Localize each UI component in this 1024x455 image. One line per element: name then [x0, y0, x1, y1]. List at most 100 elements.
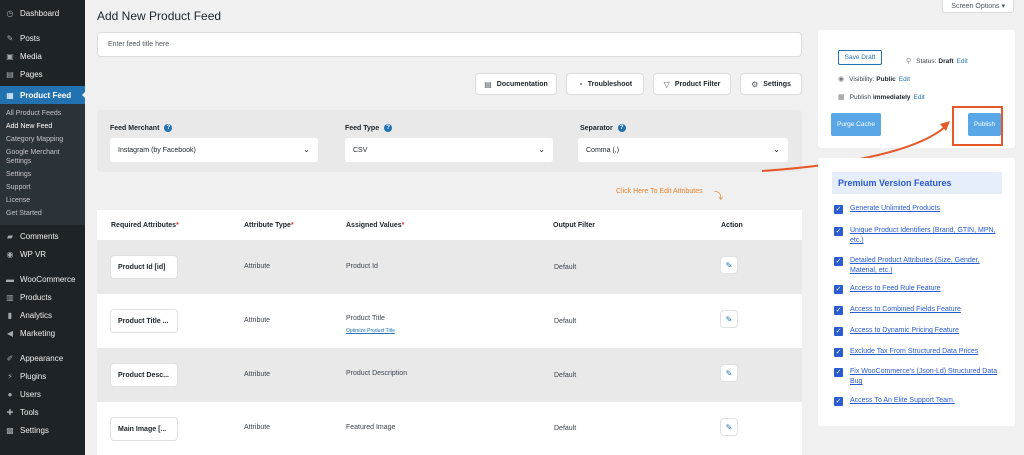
admin-sidebar: ◷ Dashboard ✎ Posts ▣ Media ▤ Pages ▦ Product…	[0, 0, 86, 455]
sidebar-item-plugins[interactable]: ⚡ Plugins	[0, 367, 85, 385]
help-icon[interactable]: ?	[164, 124, 173, 132]
status-edit-link[interactable]: Edit	[957, 58, 968, 65]
premium-feature[interactable]: ✓ Access to Feed Rule Feature	[834, 284, 1004, 294]
output-filter: Default	[554, 264, 577, 271]
edit-attribute-button[interactable]: ✎	[721, 365, 737, 381]
troubleshoot-button[interactable]: ◔ Troubleshoot	[566, 73, 644, 95]
premium-feature[interactable]: ✓ Access to Dynamic Pricing Feature	[834, 326, 1004, 336]
sidebar-item-users[interactable]: ● Users	[0, 385, 85, 403]
sidebar-item-product-feed[interactable]: ▦ Product Feed	[0, 86, 86, 104]
sidebar-item-posts[interactable]: ✎ Posts	[0, 29, 85, 47]
premium-feature[interactable]: ✓ Detailed Product Attributes (Size, Gend…	[834, 256, 1004, 276]
premium-feature[interactable]: ✓ Access to Combined Fields Feature	[834, 305, 1004, 315]
submenu-google-merchant-settings[interactable]: Google Merchant Settings	[0, 146, 85, 168]
save-draft-button[interactable]: Save Draft	[838, 50, 882, 65]
submenu-add-new-feed[interactable]: Add New Feed	[0, 120, 85, 133]
publish-time-edit-link[interactable]: Edit	[914, 94, 925, 101]
products-icon: ▥	[6, 292, 14, 302]
submenu-settings[interactable]: Settings	[0, 168, 85, 181]
checkbox-checked-icon: ✓	[834, 368, 843, 377]
required-attribute[interactable]: Main Image [...	[111, 418, 177, 440]
settings-icon: ▩	[6, 425, 14, 435]
table-row: Product Title ... Attribute Product Titl…	[97, 294, 802, 348]
pencil-icon: ✎	[725, 260, 733, 270]
sidebar-submenu: All Product Feeds Add New Feed Category …	[0, 104, 85, 225]
checkbox-checked-icon: ✓	[834, 227, 843, 236]
checkbox-checked-icon: ✓	[834, 285, 843, 294]
page-title: Add New Product Feed	[97, 9, 222, 23]
curved-arrow-icon: ⤵	[714, 191, 724, 201]
clock-icon: ◔	[577, 79, 583, 89]
assigned-value: Featured Image	[346, 424, 396, 431]
table-row: Product Id [id] Attribute Product Id Def…	[97, 240, 802, 294]
sidebar-item-woocommerce[interactable]: ▬ WooCommerce	[0, 270, 85, 288]
optimize-product-title-link[interactable]: Optimize Product Title	[346, 328, 395, 334]
filter-icon: ▽	[663, 79, 670, 89]
sidebar-item-comments[interactable]: ▰ Comments	[0, 227, 85, 245]
sidebar-item-media[interactable]: ▣ Media	[0, 47, 85, 65]
media-icon: ▣	[6, 51, 14, 61]
checkbox-checked-icon: ✓	[834, 257, 843, 266]
sidebar-item-marketing[interactable]: ◀ Marketing	[0, 324, 85, 342]
pencil-icon: ✎	[725, 422, 733, 432]
header-attribute-type: Attribute Type*	[244, 222, 294, 229]
documentation-button[interactable]: ▤ Documentation	[475, 73, 557, 95]
feed-title-input[interactable]: Enter feed title here	[97, 32, 802, 57]
visibility-edit-link[interactable]: Edit	[899, 76, 910, 83]
required-attribute[interactable]: Product Title ...	[111, 310, 177, 332]
screen-options-button[interactable]: Screen Options ▾	[942, 0, 1014, 13]
assigned-value: Product Title	[346, 315, 385, 322]
calendar-icon: ▦	[838, 94, 845, 101]
separator-select[interactable]: Comma (,) ⌄	[578, 138, 788, 162]
sidebar-item-analytics[interactable]: ▮ Analytics	[0, 306, 85, 324]
gear-icon: ⚙	[751, 79, 759, 89]
submenu-category-mapping[interactable]: Category Mapping	[0, 133, 85, 146]
sidebar-item-dashboard[interactable]: ◷ Dashboard	[0, 4, 85, 22]
feed-merchant-select[interactable]: Instagram (by Facebook) ⌄	[110, 138, 318, 162]
checkbox-checked-icon: ✓	[834, 306, 843, 315]
output-filter: Default	[554, 425, 577, 432]
header-output-filter: Output Filter	[553, 222, 595, 229]
help-icon[interactable]: ?	[384, 124, 393, 132]
required-attribute[interactable]: Product Id [id]	[111, 256, 177, 278]
sidebar-item-appearance[interactable]: ✐ Appearance	[0, 349, 85, 367]
pencil-icon: ✎	[725, 314, 733, 324]
premium-feature[interactable]: ✓ Exclude Tax From Structured Data Prices	[834, 347, 1004, 357]
pin-icon: ✎	[6, 33, 14, 43]
edit-attribute-button[interactable]: ✎	[721, 257, 737, 273]
header-action: Action	[721, 222, 743, 229]
edit-attribute-button[interactable]: ✎	[721, 419, 737, 435]
sidebar-item-pages[interactable]: ▤ Pages	[0, 65, 85, 83]
sidebar-item-settings[interactable]: ▩ Settings	[0, 421, 85, 439]
submenu-support[interactable]: Support	[0, 181, 85, 194]
pin-icon: ⚲	[906, 58, 912, 65]
edit-attribute-button[interactable]: ✎	[721, 311, 737, 327]
checkbox-checked-icon: ✓	[834, 327, 843, 336]
separator-label: Separator?	[580, 124, 626, 132]
submenu-all-product-feeds[interactable]: All Product Feeds	[0, 107, 85, 120]
feed-type-label: Feed Type?	[345, 124, 393, 132]
sidebar-item-tools[interactable]: ✚ Tools	[0, 403, 85, 421]
sidebar-item-wp-vr[interactable]: ◉ WP VR	[0, 245, 85, 263]
analytics-icon: ▮	[7, 310, 13, 320]
help-icon[interactable]: ?	[617, 124, 626, 132]
publish-time-line: ▦ Publish immediately Edit	[838, 93, 925, 102]
premium-feature[interactable]: ✓ Unique Product Identifiers (Brand, GTIN…	[834, 226, 1004, 246]
attribute-type: Attribute	[244, 371, 271, 378]
table-row: Product Desc... Attribute Product Descri…	[97, 348, 802, 402]
feed-type-select[interactable]: CSV ⌄	[345, 138, 553, 162]
submenu-get-started[interactable]: Get Started	[0, 207, 85, 220]
premium-feature[interactable]: ✓ Generate Unlimited Products	[834, 204, 1004, 214]
premium-feature[interactable]: ✓ Fix WooCommerce's (Json-Ld) Structured …	[834, 367, 1004, 387]
purge-cache-button[interactable]: Purge Cache	[831, 113, 881, 136]
settings-button[interactable]: ⚙ Settings	[740, 73, 802, 95]
submenu-license[interactable]: License	[0, 194, 85, 207]
product-filter-button[interactable]: ▽ Product Filter	[653, 73, 731, 95]
publish-highlight-box	[952, 106, 1003, 146]
premium-feature[interactable]: ✓ Access To An Elite Support Team.	[834, 396, 1004, 406]
header-assigned-values: Assigned Values*	[346, 222, 405, 229]
vr-icon: ◉	[6, 249, 14, 259]
sidebar-item-products[interactable]: ▥ Products	[0, 288, 85, 306]
user-icon: ●	[7, 389, 13, 399]
required-attribute[interactable]: Product Desc...	[111, 364, 177, 386]
